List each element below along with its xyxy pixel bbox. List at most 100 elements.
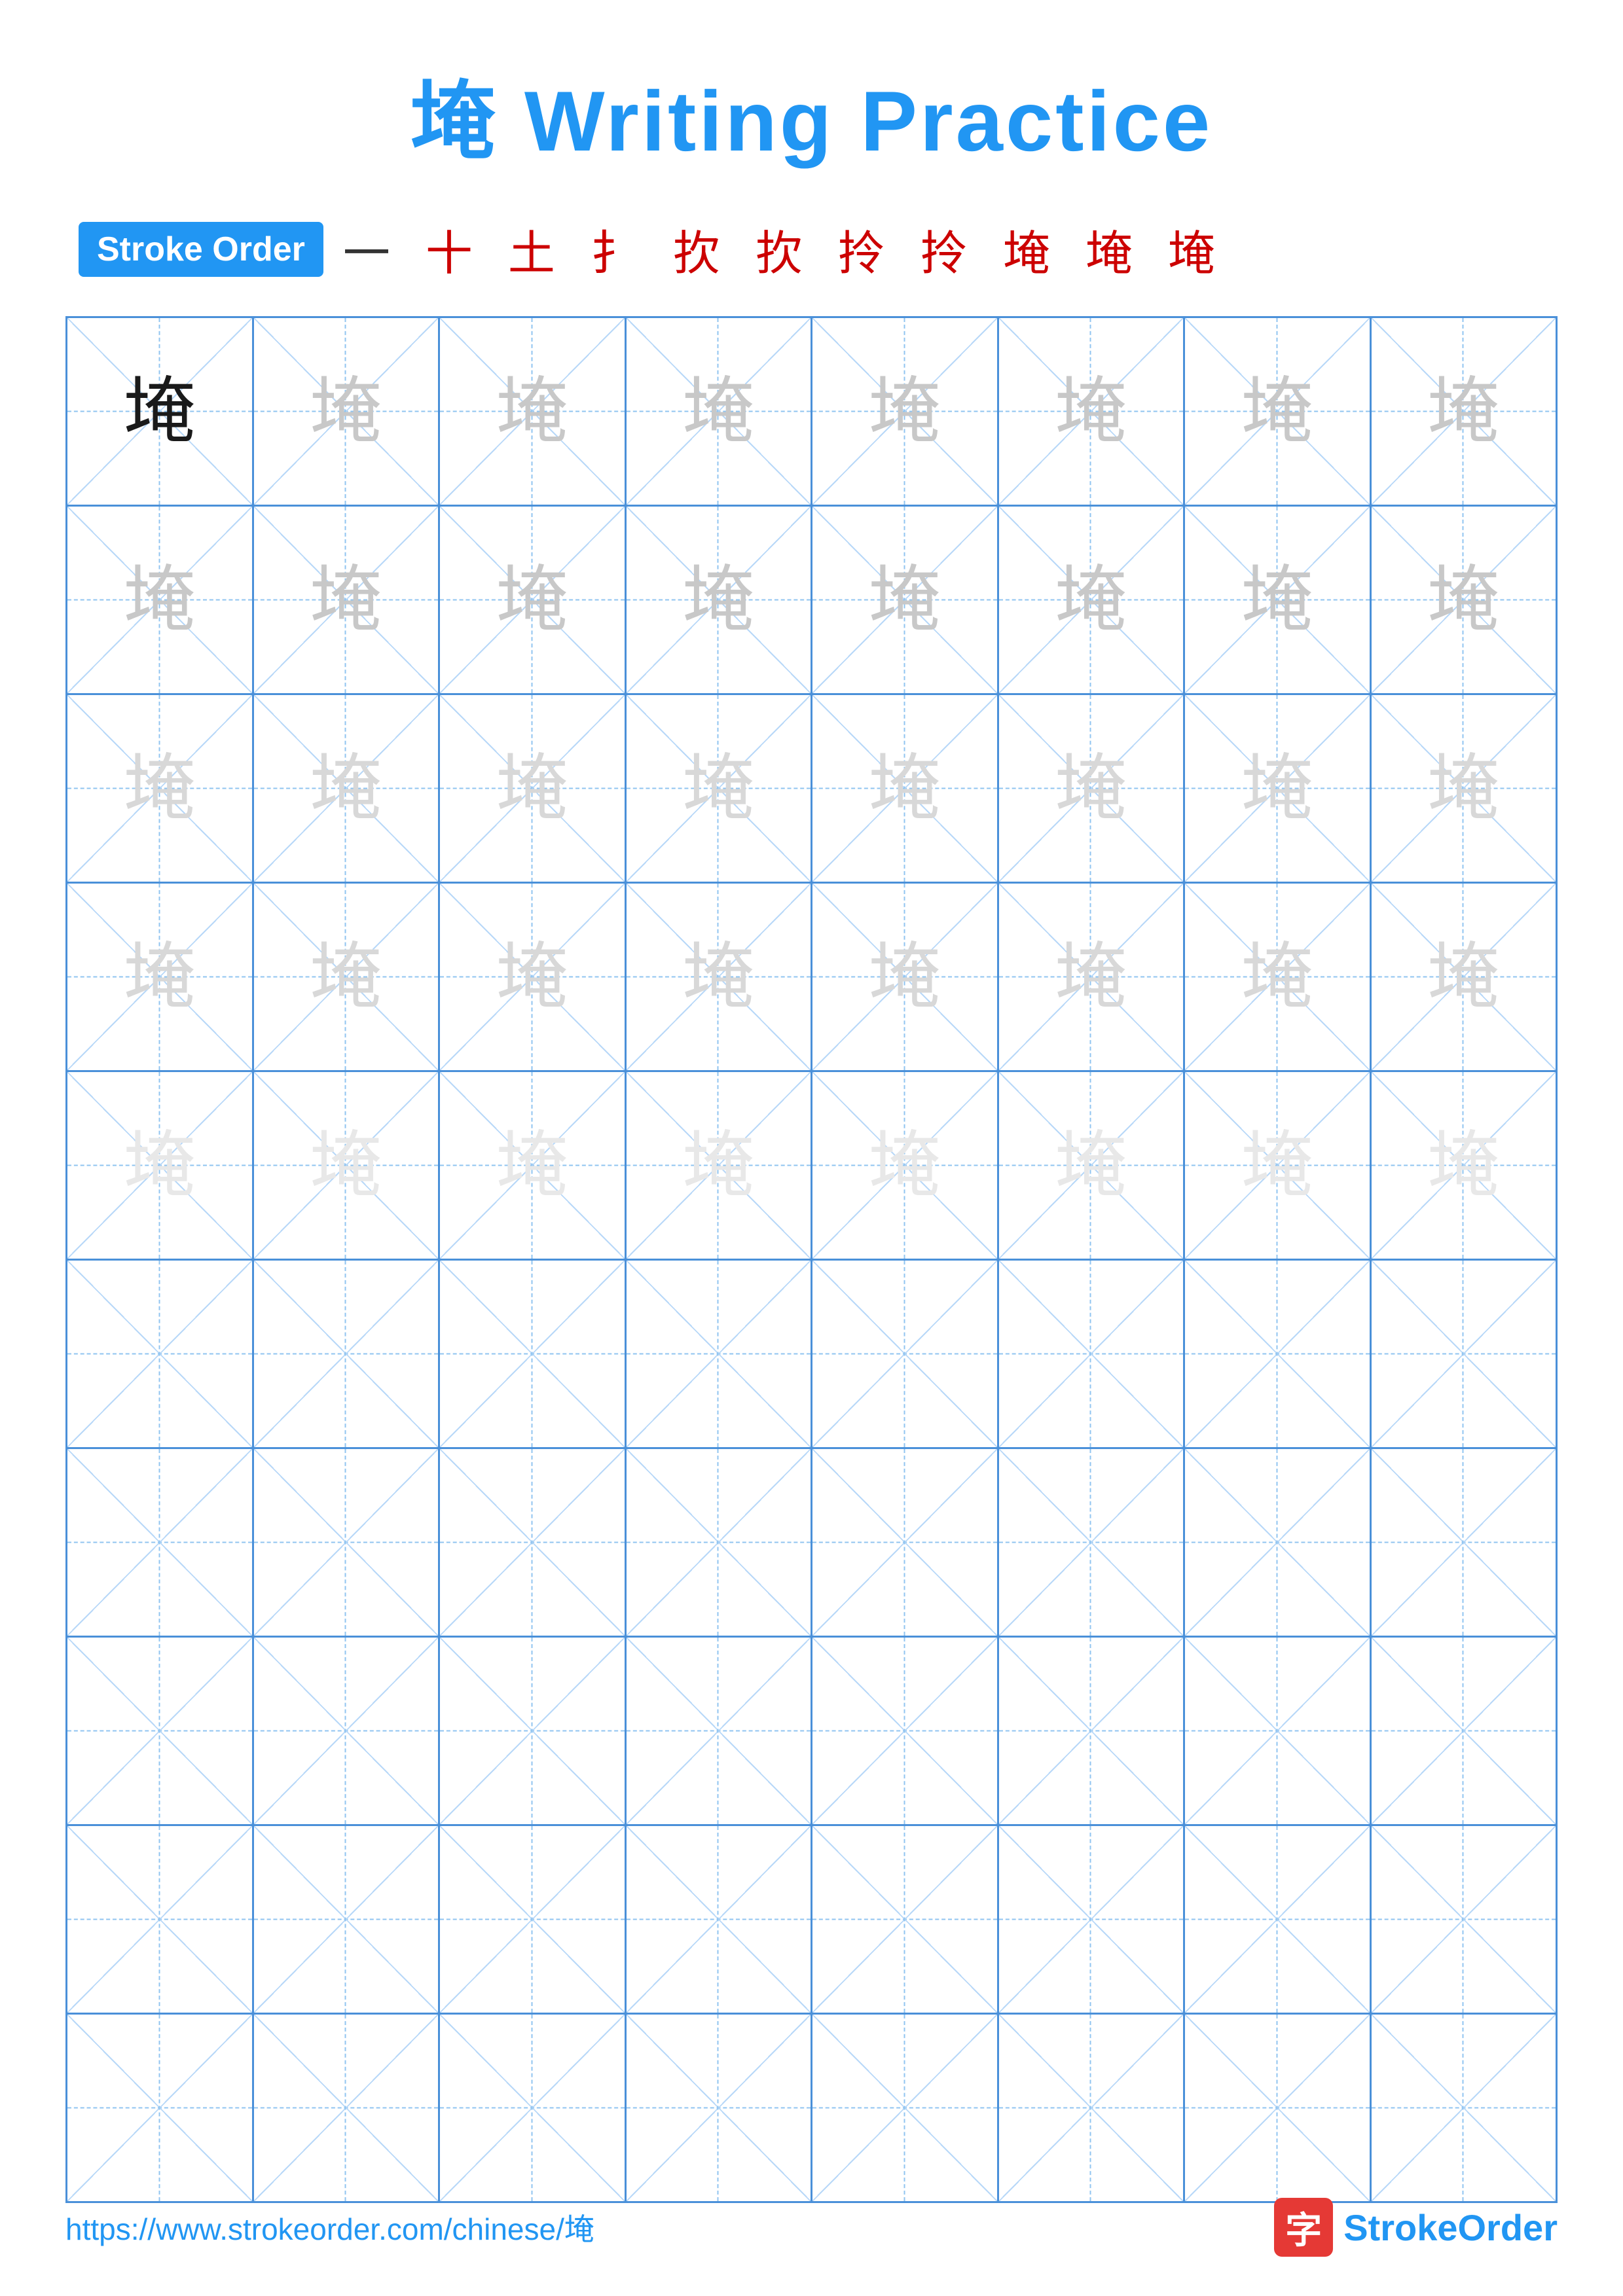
grid-cell[interactable] [254, 2015, 441, 2201]
grid-cell[interactable] [812, 1826, 999, 2013]
grid-cell[interactable]: 埯 [1372, 507, 1556, 693]
grid-cell[interactable]: 埯 [627, 695, 813, 882]
cell-guide [812, 1826, 997, 2013]
grid-cell[interactable] [67, 1638, 254, 1824]
cell-guide [254, 1826, 439, 2013]
grid-cell[interactable]: 埯 [1185, 695, 1372, 882]
cell-guide [440, 2015, 625, 2201]
grid-cell[interactable]: 埯 [812, 695, 999, 882]
grid-cell[interactable]: 埯 [999, 884, 1186, 1070]
grid-cell[interactable] [1185, 1449, 1372, 1636]
grid-cell[interactable]: 埯 [440, 507, 627, 693]
grid-cell[interactable] [1372, 1826, 1556, 2013]
grid-cell[interactable] [440, 2015, 627, 2201]
cell-guide [440, 1826, 625, 2013]
grid-cell[interactable] [812, 2015, 999, 2201]
grid-cell[interactable] [67, 1261, 254, 1447]
grid-cell[interactable] [254, 1449, 441, 1636]
grid-cell[interactable] [67, 1449, 254, 1636]
grid-cell[interactable] [1185, 1261, 1372, 1447]
grid-cell[interactable]: 埯 [812, 884, 999, 1070]
grid-cell[interactable]: 埯 [627, 884, 813, 1070]
grid-cell[interactable]: 埯 [1185, 318, 1372, 505]
cell-guide [67, 1638, 252, 1824]
grid-cell[interactable] [440, 1826, 627, 2013]
cell-guide [1185, 2015, 1370, 2201]
grid-cell[interactable]: 埯 [67, 695, 254, 882]
grid-cell[interactable] [627, 1638, 813, 1824]
grid-cell[interactable] [440, 1261, 627, 1447]
grid-cell[interactable] [1372, 1449, 1556, 1636]
grid-cell[interactable] [812, 1638, 999, 1824]
grid-cell[interactable]: 埯 [1185, 507, 1372, 693]
practice-char: 埯 [869, 564, 941, 636]
grid-cell[interactable] [440, 1449, 627, 1636]
grid-cell[interactable]: 埯 [67, 507, 254, 693]
grid-cell[interactable] [1185, 1826, 1372, 2013]
grid-cell[interactable] [254, 1261, 441, 1447]
grid-cell[interactable]: 埯 [1372, 695, 1556, 882]
footer-url[interactable]: https://www.strokeorder.com/chinese/埯 [65, 2206, 594, 2249]
grid-cell[interactable] [999, 1826, 1186, 2013]
stroke-9: 埯 [1003, 228, 1062, 280]
grid-cell[interactable] [1372, 1638, 1556, 1824]
grid-cell[interactable] [1372, 2015, 1556, 2201]
grid-cell[interactable]: 埯 [254, 318, 441, 505]
grid-cell[interactable]: 埯 [1185, 884, 1372, 1070]
grid-cell[interactable] [67, 1826, 254, 2013]
practice-char: 埯 [124, 1130, 196, 1202]
grid-cell[interactable]: 埯 [812, 318, 999, 505]
grid-cell[interactable]: 埯 [1185, 1072, 1372, 1259]
grid-cell[interactable] [254, 1638, 441, 1824]
grid-cell[interactable] [999, 2015, 1186, 2201]
stroke-4: 扌 [591, 228, 649, 280]
grid-cell[interactable] [1185, 1638, 1372, 1824]
grid-cell[interactable] [999, 1449, 1186, 1636]
grid-cell[interactable] [812, 1449, 999, 1636]
grid-cell[interactable]: 埯 [67, 318, 254, 505]
grid-cell[interactable]: 埯 [627, 318, 813, 505]
grid-cell[interactable] [627, 1826, 813, 2013]
grid-cell[interactable]: 埯 [440, 884, 627, 1070]
grid-cell[interactable]: 埯 [254, 695, 441, 882]
grid-cell[interactable]: 埯 [999, 318, 1186, 505]
grid-cell[interactable]: 埯 [67, 1072, 254, 1259]
grid-cell[interactable]: 埯 [812, 1072, 999, 1259]
grid-cell[interactable] [1185, 2015, 1372, 2201]
grid-cell[interactable] [627, 2015, 813, 2201]
grid-cell[interactable] [1372, 1261, 1556, 1447]
grid-cell[interactable] [627, 1449, 813, 1636]
grid-cell[interactable]: 埯 [254, 507, 441, 693]
grid-cell[interactable] [812, 1261, 999, 1447]
stroke-1: 一 [343, 228, 402, 280]
grid-cell[interactable]: 埯 [440, 695, 627, 882]
practice-char: 埯 [1055, 753, 1127, 825]
grid-cell[interactable]: 埯 [999, 695, 1186, 882]
grid-cell[interactable] [999, 1638, 1186, 1824]
grid-cell[interactable] [627, 1261, 813, 1447]
cell-guide [812, 2015, 997, 2201]
grid-cell[interactable]: 埯 [1372, 318, 1556, 505]
stroke-order-badge[interactable]: Stroke Order [79, 222, 323, 277]
grid-cell[interactable]: 埯 [1372, 884, 1556, 1070]
grid-cell[interactable]: 埯 [1372, 1072, 1556, 1259]
stroke-11: 埯 [1168, 228, 1227, 280]
grid-cell[interactable] [67, 2015, 254, 2201]
grid-cell[interactable]: 埯 [67, 884, 254, 1070]
practice-char: 埯 [1241, 1130, 1313, 1202]
grid-cell[interactable]: 埯 [627, 507, 813, 693]
practice-char: 埯 [869, 941, 941, 1013]
grid-cell[interactable]: 埯 [999, 507, 1186, 693]
cell-guide [627, 1449, 811, 1636]
grid-cell[interactable] [440, 1638, 627, 1824]
stroke-order-chars: 一 十 土 扌 扻 扻 拎 拎 埯 埯 埯 [343, 215, 1227, 283]
grid-cell[interactable]: 埯 [254, 1072, 441, 1259]
grid-cell[interactable] [999, 1261, 1186, 1447]
grid-cell[interactable]: 埯 [627, 1072, 813, 1259]
grid-cell[interactable] [254, 1826, 441, 2013]
grid-cell[interactable]: 埯 [254, 884, 441, 1070]
grid-cell[interactable]: 埯 [440, 1072, 627, 1259]
grid-cell[interactable]: 埯 [440, 318, 627, 505]
grid-cell[interactable]: 埯 [812, 507, 999, 693]
grid-cell[interactable]: 埯 [999, 1072, 1186, 1259]
